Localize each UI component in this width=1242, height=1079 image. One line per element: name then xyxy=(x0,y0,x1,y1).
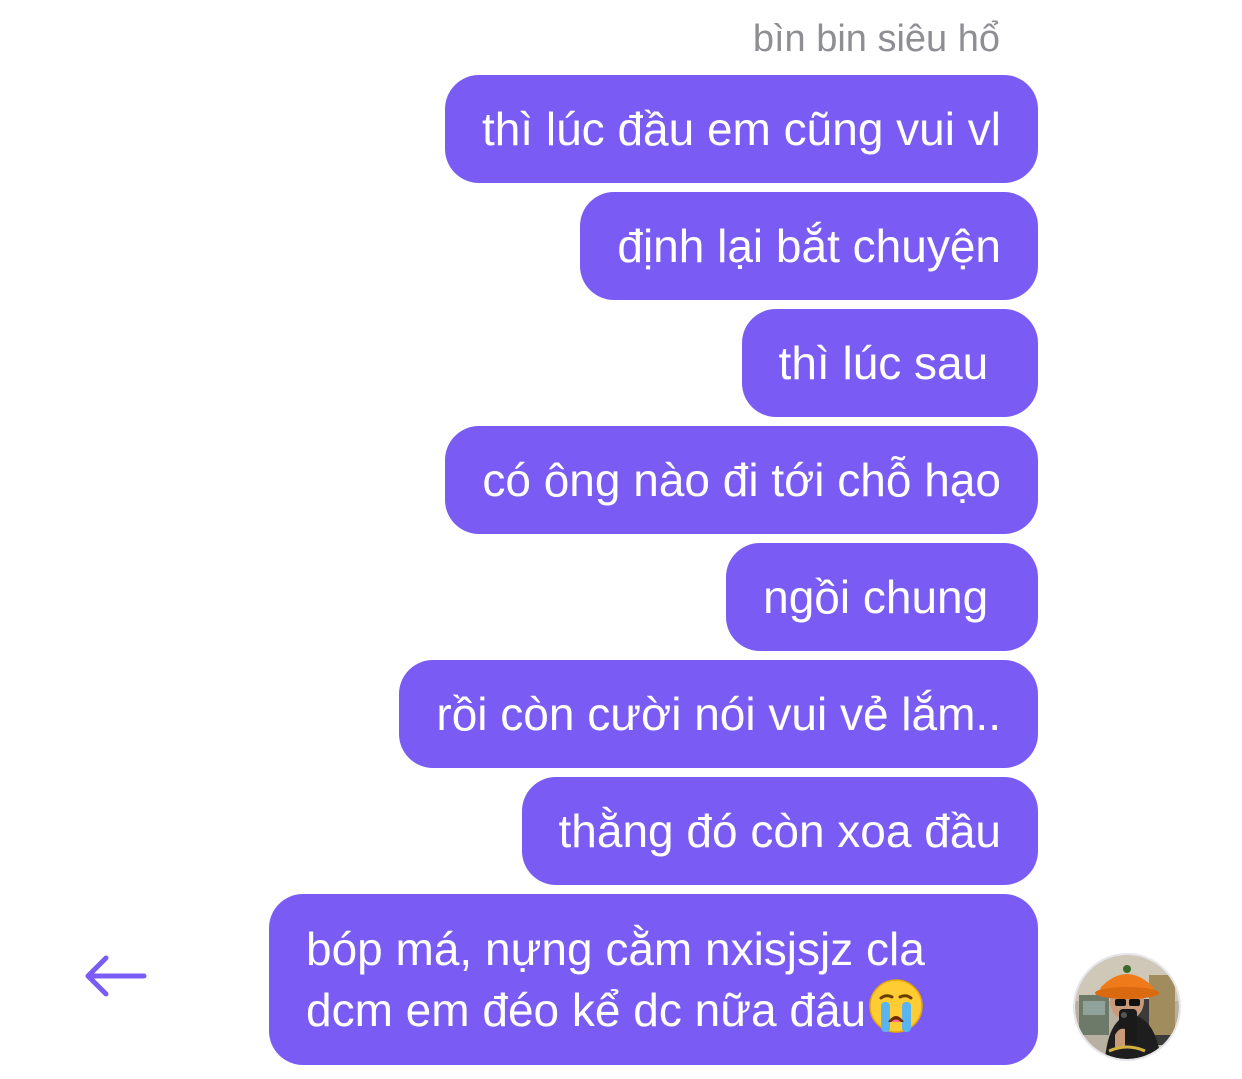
left-arrow-icon[interactable] xyxy=(80,948,150,1004)
message-line-text: dcm em đéo kể dc nữa đâu xyxy=(306,984,867,1036)
message-thread: thì lúc đầu em cũng vui vl định lại bắt … xyxy=(238,75,1038,1074)
message-bubble-multiline[interactable]: bóp má, nựng cằm nxisjsjz cla dcm em đéo… xyxy=(269,894,1038,1065)
message-bubble[interactable]: thằng đó còn xoa đầu xyxy=(521,777,1038,885)
sender-name: bìn bin siêu hổ xyxy=(752,18,1000,60)
loudly-crying-face-emoji xyxy=(869,979,923,1033)
message-line-with-emoji: dcm em đéo kể dc nữa đâu xyxy=(306,978,990,1039)
message-bubble[interactable]: thì lúc đầu em cũng vui vl xyxy=(444,75,1038,183)
message-bubble[interactable]: định lại bắt chuyện xyxy=(580,192,1038,300)
message-line: bóp má, nựng cằm nxisjsjz cla xyxy=(306,923,925,975)
message-bubble[interactable]: rồi còn cười nói vui vẻ lắm.. xyxy=(399,660,1038,768)
message-bubble[interactable]: có ông nào đi tới chỗ hạo xyxy=(445,426,1038,534)
user-avatar[interactable] xyxy=(1073,953,1181,1061)
avatar-photo xyxy=(1075,955,1179,1059)
message-bubble[interactable]: thì lúc sau xyxy=(741,309,1038,417)
message-bubble[interactable]: ngồi chung xyxy=(726,543,1038,651)
